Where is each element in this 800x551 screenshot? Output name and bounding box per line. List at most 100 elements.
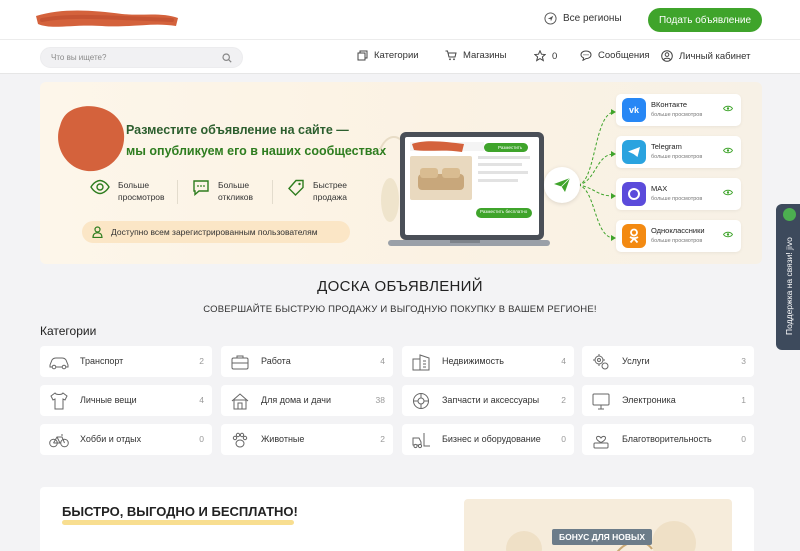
redacted-mascot <box>58 106 125 172</box>
favorites-count: 0 <box>552 50 558 62</box>
bonus-promo[interactable]: БОНУС ДЛЯ НОВЫХ <box>464 499 732 551</box>
nav-shops-label: Магазины <box>463 50 507 61</box>
social-card-max[interactable]: MAX больше просмотров <box>616 178 741 210</box>
nav-messages[interactable]: Сообщения <box>580 50 650 61</box>
nav-account[interactable]: Личный кабинет <box>661 50 750 62</box>
category-count: 2 <box>199 356 204 366</box>
social-name: Одноклассники <box>651 226 705 235</box>
user-icon <box>92 226 103 238</box>
social-sub: больше просмотров <box>651 196 703 202</box>
category-parts[interactable]: Запчасти и аксессуары 2 <box>402 385 574 416</box>
nav-favorites[interactable]: 0 <box>534 50 557 62</box>
nav-bar: Категории Магазины 0 Сообщения Личный ка… <box>0 40 800 74</box>
social-card-ok[interactable]: Одноклассники больше просмотров <box>616 220 741 252</box>
social-card-telegram[interactable]: Telegram больше просмотров <box>616 136 741 168</box>
online-indicator <box>783 208 796 221</box>
banner-title-line1: Разместите объявление на сайте — <box>126 123 349 137</box>
category-count: 4 <box>561 356 566 366</box>
paw-icon <box>232 432 248 448</box>
briefcase-icon <box>231 355 249 370</box>
category-count: 4 <box>199 395 204 405</box>
categories-heading: Категории <box>40 324 97 338</box>
buildings-icon <box>412 354 430 371</box>
redacted-logo[interactable] <box>32 6 180 32</box>
benefits-title: БЫСТРО, ВЫГОДНО И БЕСПЛАТНО! <box>62 504 298 519</box>
nav-shops[interactable]: Магазины <box>445 50 506 61</box>
category-jobs[interactable]: Работа 4 <box>221 346 393 377</box>
cart-icon <box>445 50 457 61</box>
social-card-vk[interactable]: vk ВКонтакте больше просмотров <box>616 94 741 126</box>
category-label: Работа <box>261 356 291 366</box>
category-charity[interactable]: Благотворительность 0 <box>582 424 754 455</box>
region-selector[interactable]: Все регионы <box>544 12 622 25</box>
eye-icon <box>723 189 733 196</box>
support-chat-tab[interactable]: Поддержка на связи! jivo <box>776 204 800 350</box>
region-label: Все регионы <box>563 13 622 24</box>
category-animals[interactable]: Животные 2 <box>221 424 393 455</box>
category-label: Для дома и дачи <box>261 395 331 405</box>
car-icon <box>49 357 69 370</box>
feature-more-responses: Больше откликов <box>192 179 253 203</box>
category-electronics[interactable]: Электроника 1 <box>582 385 754 416</box>
nav-account-label: Личный кабинет <box>679 50 751 62</box>
category-count: 2 <box>380 434 385 444</box>
search-input[interactable] <box>51 53 222 62</box>
star-icon <box>534 50 546 62</box>
social-sub: больше просмотров <box>651 112 703 118</box>
category-count: 0 <box>199 434 204 444</box>
social-sub: больше просмотров <box>651 238 703 244</box>
category-label: Запчасти и аксессуары <box>442 395 540 405</box>
search-box[interactable] <box>40 47 243 68</box>
nav-categories-label: Категории <box>374 50 419 61</box>
category-count: 0 <box>561 434 566 444</box>
user-circle-icon <box>661 50 673 62</box>
category-label: Животные <box>261 434 305 444</box>
eye-icon <box>723 231 733 238</box>
eye-icon <box>723 147 733 154</box>
category-services[interactable]: Услуги 3 <box>582 346 754 377</box>
eye-icon <box>723 105 733 112</box>
promo-banner[interactable]: Разместите объявление на сайте — мы опуб… <box>40 82 762 264</box>
vk-icon: vk <box>622 98 646 122</box>
ok-icon <box>622 224 646 248</box>
category-personal-items[interactable]: Личные вещи 4 <box>40 385 212 416</box>
category-label: Благотворительность <box>622 434 712 444</box>
shirt-icon <box>50 392 68 410</box>
social-sub: больше просмотров <box>651 154 703 160</box>
category-business[interactable]: Бизнес и оборудование 0 <box>402 424 574 455</box>
nav-messages-label: Сообщения <box>598 50 650 61</box>
category-label: Электроника <box>622 395 676 405</box>
category-label: Хобби и отдых <box>80 434 142 444</box>
tag-icon <box>288 179 304 196</box>
benefits-section: БЫСТРО, ВЫГОДНО И БЕСПЛАТНО! БОНУС ДЛЯ Н… <box>40 487 754 551</box>
max-icon <box>622 182 646 206</box>
category-hobby[interactable]: Хобби и отдых 0 <box>40 424 212 455</box>
category-transport[interactable]: Транспорт 2 <box>40 346 212 377</box>
board-subtitle: СОВЕРШАЙТЕ БЫСТРУЮ ПРОДАЖУ И ВЫГОДНУЮ ПО… <box>203 304 597 315</box>
charity-icon <box>593 435 609 449</box>
copy-icon <box>357 50 368 61</box>
social-name: ВКонтакте <box>651 100 688 109</box>
social-name: Telegram <box>651 142 682 151</box>
title-highlight <box>62 520 294 525</box>
category-home-garden[interactable]: Для дома и дачи 38 <box>221 385 393 416</box>
feature-divider <box>177 180 178 204</box>
paper-plane-icon <box>554 177 571 192</box>
eye-icon <box>90 179 110 195</box>
category-label: Бизнес и оборудование <box>442 434 541 444</box>
wheel-icon <box>413 393 429 409</box>
gears-icon <box>593 354 609 370</box>
category-count: 3 <box>741 356 746 366</box>
post-ad-button[interactable]: Подать объявление <box>648 8 762 32</box>
category-real-estate[interactable]: Недвижимость 4 <box>402 346 574 377</box>
search-icon[interactable] <box>222 52 232 63</box>
send-circle <box>544 167 580 203</box>
forklift-icon <box>412 433 430 449</box>
category-count: 2 <box>561 395 566 405</box>
banner-title: Разместите объявление на сайте — мы опуб… <box>126 120 386 162</box>
registered-users-note-text: Доступно всем зарегистрированным пользов… <box>111 227 318 237</box>
feature-faster-sale-label: Быстрее продажа <box>313 180 348 202</box>
nav-categories[interactable]: Категории <box>357 50 419 61</box>
house-icon <box>231 393 249 410</box>
bonus-badge: БОНУС ДЛЯ НОВЫХ <box>552 529 653 545</box>
